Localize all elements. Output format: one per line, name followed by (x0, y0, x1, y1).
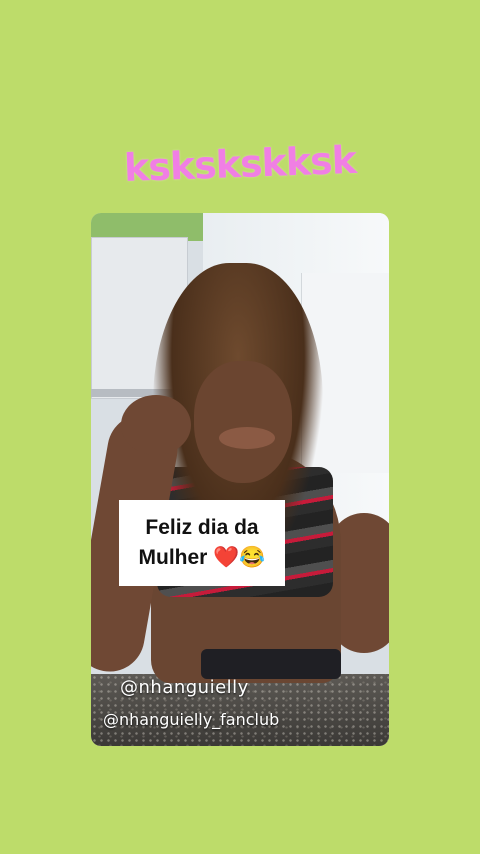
person-figure (91, 213, 389, 746)
story-sticker-text: kskskskksk (123, 137, 357, 191)
caption-line-2: Mulher (138, 546, 208, 569)
pants (201, 649, 341, 679)
story-media-frame (91, 213, 389, 746)
caption-box: Feliz dia da Mulher ❤️😂 (119, 500, 285, 586)
face (194, 361, 292, 483)
handle-primary[interactable]: @nhanguielly (120, 677, 249, 698)
caption-line-2-wrap: Mulher ❤️😂 (139, 543, 266, 573)
handle-secondary[interactable]: @nhanguielly_fanclub (103, 710, 279, 729)
mouth (219, 427, 275, 449)
caption-line-1: Feliz dia da (145, 516, 259, 539)
heart-laugh-emoji-icon: ❤️😂 (213, 546, 266, 569)
hand (121, 395, 191, 455)
